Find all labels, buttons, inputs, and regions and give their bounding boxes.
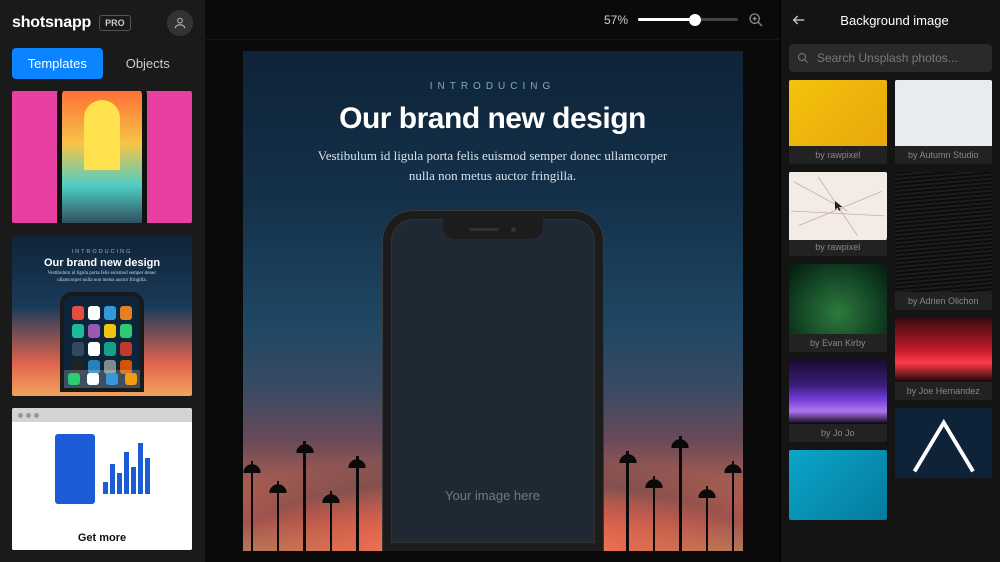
account-button[interactable] <box>167 10 193 36</box>
template-overline: INTRODUCING <box>72 249 133 255</box>
image-card[interactable]: by Joe Hernandez <box>895 318 993 400</box>
template-item[interactable]: Get more <box>12 408 192 550</box>
design-canvas[interactable]: INTRODUCING Our brand new design Vestibu… <box>243 51 743 551</box>
tab-templates[interactable]: Templates <box>12 48 103 79</box>
image-card[interactable]: by rawpixel <box>789 80 887 164</box>
template-sub: Vestibulum id ligula porta felis euismod… <box>37 271 167 284</box>
image-card[interactable]: by Jo Jo <box>789 360 887 442</box>
image-credit: by Joe Hernandez <box>895 382 993 400</box>
template-headline: Get more <box>12 532 192 544</box>
canvas-subtext[interactable]: Vestibulum id ligula porta felis euismod… <box>313 146 673 185</box>
image-card[interactable]: by Autumn Studio <box>895 80 993 164</box>
back-button[interactable] <box>791 12 807 28</box>
canvas-overline[interactable]: INTRODUCING <box>430 81 556 92</box>
image-credit: by rawpixel <box>789 146 887 164</box>
canvas-toolbar: 57% <box>205 0 780 40</box>
logo: shotsnapp <box>12 14 91 32</box>
pro-badge: PRO <box>99 15 131 31</box>
template-headline: Our brand new design <box>44 257 160 269</box>
right-panel-title: Background image <box>819 13 990 28</box>
canvas-headline[interactable]: Our brand new design <box>339 102 646 136</box>
right-panel: Background image by rawpixel <box>780 0 1000 562</box>
right-header: Background image <box>781 0 1000 40</box>
search-field-wrap <box>789 44 992 72</box>
image-card[interactable] <box>895 408 993 478</box>
image-credit: by rawpixel <box>789 238 887 256</box>
cursor-icon <box>833 200 845 212</box>
template-item[interactable] <box>12 91 192 223</box>
triangle-thumb <box>895 408 993 476</box>
template-list[interactable]: INTRODUCING Our brand new design Vestibu… <box>0 79 205 562</box>
image-card[interactable]: by Evan Kirby <box>789 264 887 352</box>
image-credit: by Adrien Olichon <box>895 292 993 310</box>
image-card[interactable]: by rawpixel <box>789 172 887 256</box>
sidebar-tabs: Templates Objects <box>0 48 205 79</box>
device-mockup[interactable]: Your image here <box>383 211 603 551</box>
image-credit: by Autumn Studio <box>895 146 993 164</box>
user-icon <box>173 16 187 30</box>
image-card[interactable] <box>789 450 887 520</box>
image-card[interactable]: by Adrien Olichon <box>895 172 993 310</box>
device-notch <box>443 219 543 239</box>
center-area: 57% INTRODUCING Our brand <box>205 0 780 562</box>
zoom-in-icon <box>748 12 764 28</box>
left-sidebar: shotsnapp PRO Templates Objects INTRODUC… <box>0 0 205 562</box>
image-grid[interactable]: by rawpixel by rawpixel by Evan Kirby by… <box>781 80 1000 562</box>
image-credit: by Jo Jo <box>789 424 887 442</box>
image-placeholder[interactable]: Your image here <box>391 488 595 503</box>
canvas-stage[interactable]: INTRODUCING Our brand new design Vestibu… <box>205 40 780 562</box>
zoom-slider[interactable] <box>638 12 738 28</box>
zoom-in-button[interactable] <box>748 12 764 28</box>
search-input[interactable] <box>789 44 992 72</box>
app-root: shotsnapp PRO Templates Objects INTRODUC… <box>0 0 1000 562</box>
search-icon <box>797 52 809 64</box>
image-credit: by Evan Kirby <box>789 334 887 352</box>
left-header: shotsnapp PRO <box>0 0 205 48</box>
arrow-left-icon <box>791 12 807 28</box>
zoom-level: 57% <box>604 13 628 27</box>
template-item[interactable]: INTRODUCING Our brand new design Vestibu… <box>12 235 192 396</box>
tab-objects[interactable]: Objects <box>103 48 194 79</box>
